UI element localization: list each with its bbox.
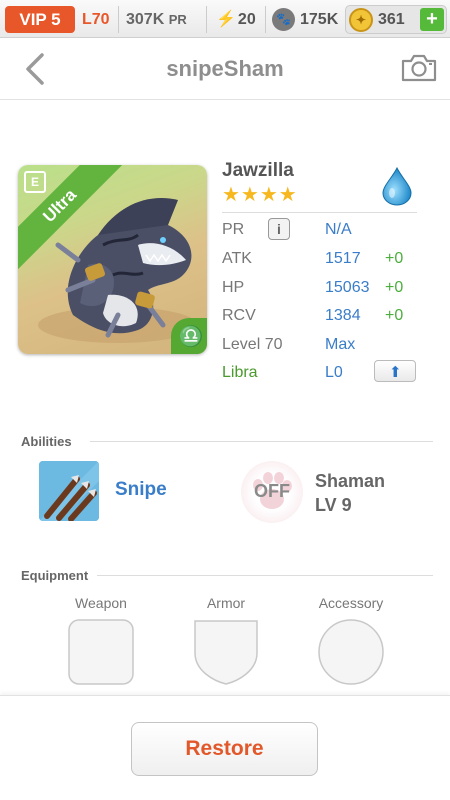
stat-value-rcv: 1384 [325, 307, 361, 324]
pr-unit: PR [168, 12, 187, 27]
stat-label-rcv: RCV [222, 307, 256, 324]
stat-value-hp: 15063 [325, 279, 370, 296]
stat-bonus-atk: +0 [385, 250, 404, 267]
restore-button[interactable]: Restore [131, 722, 318, 776]
arrow-up-icon: ⬆ [389, 364, 402, 381]
stat-bonus-hp: +0 [385, 279, 404, 296]
stat-label-atk: ATK [222, 250, 252, 267]
coin-counter[interactable]: ✦ 361 + [345, 5, 447, 34]
coin-value: 361 [378, 11, 405, 28]
paw-counter: 175K [300, 11, 339, 28]
divider [222, 212, 417, 213]
stat-label-hp: HP [222, 279, 245, 296]
pr-value: 307K [126, 11, 165, 28]
divider [90, 441, 433, 442]
abilities-section-title: Abilities [21, 434, 72, 449]
paw-icon: 🐾 [272, 8, 295, 31]
stat-value-level: Max [325, 336, 356, 353]
player-level: L70 [82, 11, 110, 28]
camera-icon[interactable] [400, 52, 438, 84]
weapon-slot-label: Weapon [75, 595, 127, 611]
player-power-rating: 307K PR [126, 7, 187, 32]
lightning-icon: ⚡ [216, 11, 236, 28]
accessory-slot[interactable] [318, 619, 384, 685]
zodiac-sign-icon: ♎ [171, 318, 207, 354]
info-button[interactable]: i [268, 218, 290, 240]
primary-ability-name[interactable]: Snipe [115, 479, 167, 501]
energy-value: 20 [237, 11, 256, 28]
monster-portrait[interactable]: Ultra E ♎ [18, 165, 207, 354]
equipment-section-title: Equipment [21, 568, 89, 583]
secondary-ability-name: Shaman [315, 471, 386, 491]
snipe-ability-icon[interactable] [39, 461, 99, 521]
stat-value-sign-level: L0 [325, 364, 343, 381]
energy-counter[interactable]: ⚡ 20 [216, 7, 256, 32]
secondary-ability-level: LV 9 [315, 495, 352, 515]
water-drop-icon [382, 166, 412, 206]
sign-upgrade-button[interactable]: ⬆ [374, 360, 416, 382]
stat-label-pr: PR [222, 221, 245, 238]
equipment-corner-icon: E [24, 171, 46, 193]
arrows-icon [39, 461, 99, 521]
armor-slot-label: Armor [206, 595, 246, 611]
stat-value-pr: N/A [325, 221, 352, 238]
weapon-slot[interactable] [68, 619, 134, 685]
page-title: snipeSham [166, 56, 284, 81]
coin-icon: ✦ [349, 8, 373, 32]
divider [97, 575, 433, 576]
page-header: snipeSham [0, 38, 450, 100]
status-bar: VIP 5 L70 307K PR ⚡ 20 🐾 175K ✦ 361 + [0, 0, 450, 38]
stat-label-sign: Libra [222, 364, 258, 381]
divider [206, 6, 207, 33]
divider [265, 6, 266, 33]
armor-slot[interactable] [193, 619, 259, 685]
stat-value-atk: 1517 [325, 250, 361, 267]
stat-bonus-rcv: +0 [385, 307, 404, 324]
vip-badge[interactable]: VIP 5 [5, 6, 75, 33]
stat-label-level: Level 70 [222, 336, 283, 353]
divider [118, 6, 119, 33]
accessory-slot-label: Accessory [318, 595, 384, 611]
monster-name: Jawzilla [222, 160, 294, 181]
back-chevron-icon[interactable] [20, 52, 50, 86]
add-coins-button[interactable]: + [420, 8, 444, 31]
ability-off-label: OFF [254, 481, 290, 501]
star-rating: ★★★★ [222, 184, 298, 206]
